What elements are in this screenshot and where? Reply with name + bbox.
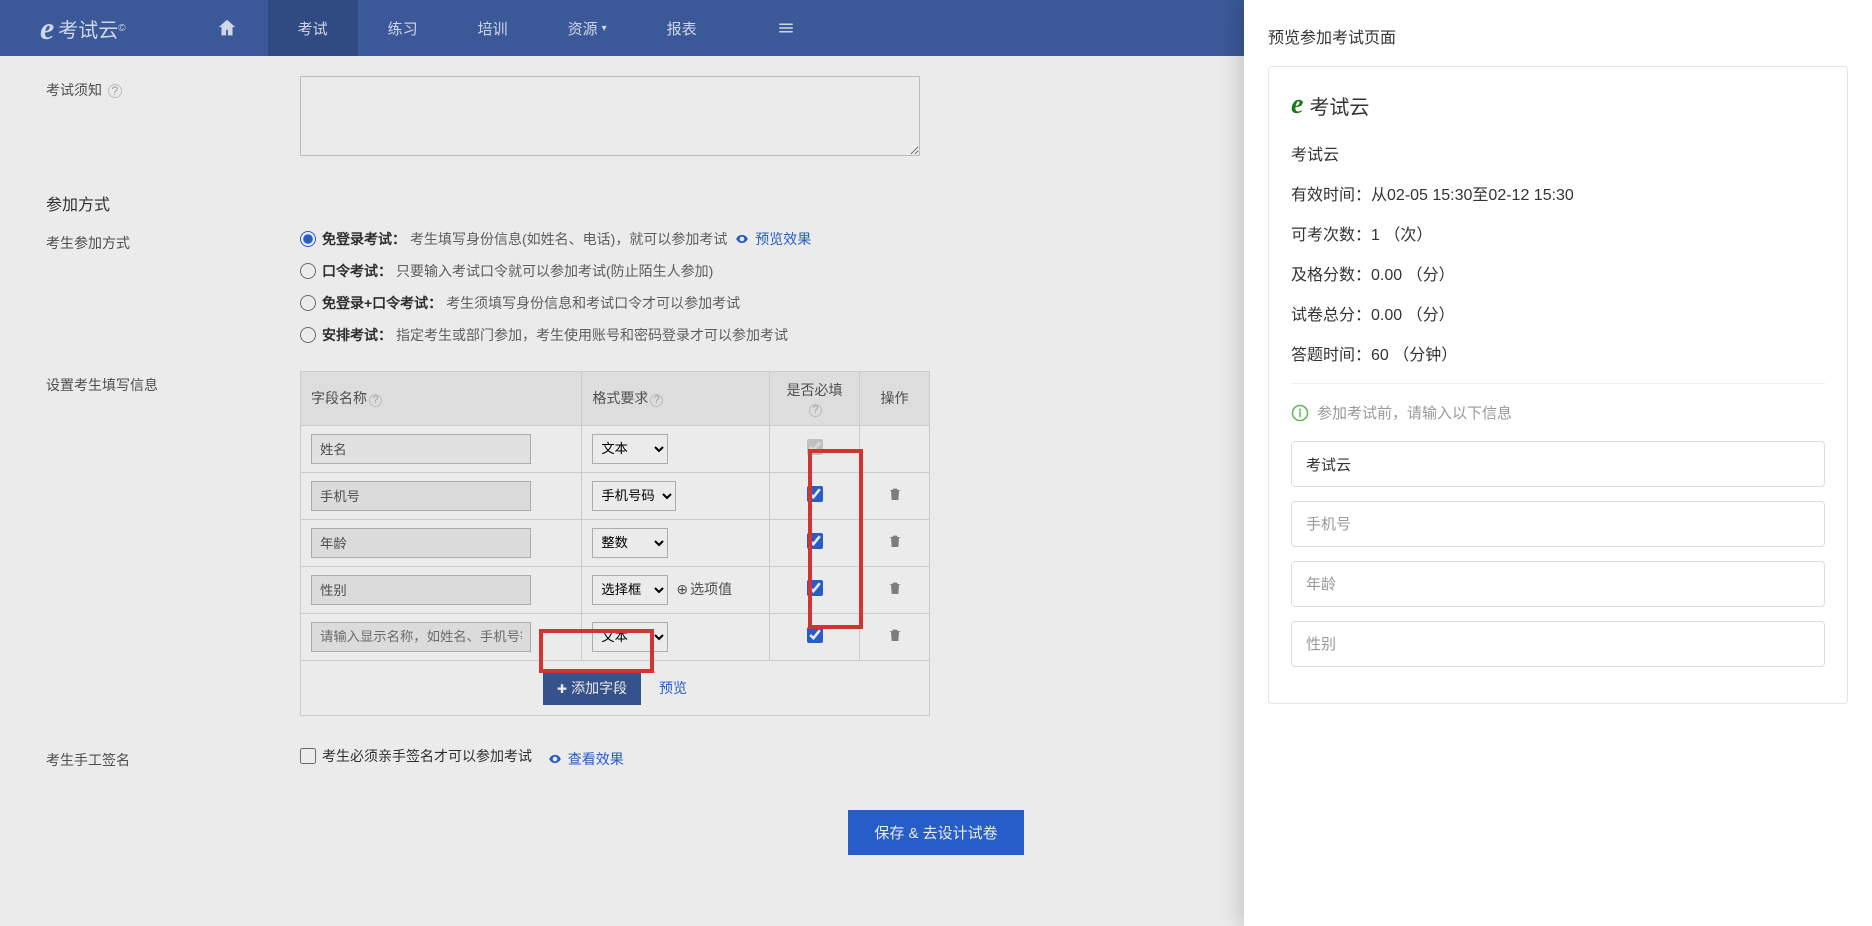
table-row: 文本 <box>301 613 930 660</box>
logo-e-icon: e <box>40 10 54 47</box>
nav-resource[interactable]: 资源▾ <box>538 0 637 56</box>
preview-logo-text: 考试云 <box>1309 91 1369 120</box>
nav-hamburger[interactable] <box>747 0 825 56</box>
save-design-button[interactable]: 保存 & 去设计试卷 <box>848 810 1023 855</box>
help-icon[interactable]: ? <box>650 394 663 407</box>
home-icon <box>216 17 238 39</box>
preview-field-input[interactable] <box>1291 621 1825 667</box>
radio-password[interactable] <box>300 263 316 279</box>
preview-panel: 预览参加考试页面 e 考试云 考试云 有效时间：从02-05 15:30至02-… <box>1244 0 1872 926</box>
field-name-input[interactable] <box>311 481 531 511</box>
divider <box>1291 383 1825 384</box>
nav-report[interactable]: 报表 <box>637 0 727 56</box>
preview-attempts: 可考次数：1 （次） <box>1291 221 1825 245</box>
label-join-mode: 考生参加方式 <box>30 229 300 253</box>
trash-icon[interactable] <box>887 533 903 549</box>
brand-text: 考试云 <box>58 14 118 43</box>
field-format-select[interactable]: 选择框 <box>592 575 668 605</box>
preview-effect-link[interactable]: 预览效果 <box>735 229 811 249</box>
preview-total: 试卷总分：0.00 （分） <box>1291 301 1825 325</box>
required-checkbox[interactable] <box>807 533 823 549</box>
add-field-row: 添加字段 预览 <box>301 660 930 715</box>
radio-no-login[interactable] <box>300 231 316 247</box>
th-name: 字段名称? <box>301 372 582 426</box>
signature-checkbox-label[interactable]: 考生必须亲手签名才可以参加考试 <box>300 746 532 766</box>
preview-field-input[interactable] <box>1291 501 1825 547</box>
preview-valid-time: 有效时间：从02-05 15:30至02-12 15:30 <box>1291 181 1825 205</box>
chevron-down-icon: ▾ <box>602 23 607 34</box>
preview-panel-title: 预览参加考试页面 <box>1244 0 1872 66</box>
nav-home[interactable] <box>186 0 268 56</box>
field-format-select[interactable]: 整数 <box>592 528 668 558</box>
radio-assigned[interactable] <box>300 327 316 343</box>
preview-duration: 答题时间：60 （分钟） <box>1291 341 1825 365</box>
add-field-button[interactable]: 添加字段 <box>543 671 641 705</box>
field-name-input[interactable] <box>311 528 531 558</box>
trash-icon[interactable] <box>887 627 903 643</box>
trash-icon[interactable] <box>887 580 903 596</box>
required-checkbox[interactable] <box>807 580 823 596</box>
eye-icon <box>548 752 562 766</box>
th-ops: 操作 <box>860 372 930 426</box>
help-icon[interactable]: ? <box>809 404 822 417</box>
brand-logo[interactable]: e 考试云 © <box>40 10 126 47</box>
required-checkbox[interactable] <box>807 627 823 643</box>
table-row: 手机号码 <box>301 472 930 519</box>
field-format-select[interactable]: 手机号码 <box>592 481 676 511</box>
preview-exam-name: 考试云 <box>1291 141 1825 165</box>
table-row: 选择框选项值 <box>301 566 930 613</box>
required-checkbox[interactable] <box>807 486 823 502</box>
table-row: 整数 <box>301 519 930 566</box>
preview-pass: 及格分数：0.00 （分） <box>1291 261 1825 285</box>
hamburger-icon <box>777 19 795 37</box>
field-format-select[interactable]: 文本 <box>592 434 668 464</box>
trash-icon[interactable] <box>887 486 903 502</box>
required-checkbox <box>807 439 823 455</box>
help-icon[interactable]: ? <box>108 84 122 98</box>
field-name-input[interactable] <box>311 622 531 652</box>
preview-logo-icon: e <box>1291 89 1303 121</box>
preview-link[interactable]: 预览 <box>659 680 687 696</box>
help-icon[interactable]: ? <box>369 394 382 407</box>
radio-nologin-password[interactable] <box>300 295 316 311</box>
label-signature: 考生手工签名 <box>30 746 300 770</box>
field-format-select[interactable]: 文本 <box>592 622 668 652</box>
view-effect-link[interactable]: 查看效果 <box>548 751 624 767</box>
nav-practice[interactable]: 练习 <box>358 0 448 56</box>
fields-table: 字段名称? 格式要求? 是否必填? 操作 文本手机号码整数选择框选项值文本 添加… <box>300 371 930 716</box>
preview-field-input[interactable] <box>1291 561 1825 607</box>
signature-checkbox[interactable] <box>300 748 316 764</box>
field-name-input[interactable] <box>311 575 531 605</box>
label-notice: 考试须知 ? <box>30 76 300 100</box>
preview-field-input[interactable] <box>1291 441 1825 487</box>
th-required: 是否必填? <box>770 372 860 426</box>
label-fields: 设置考生填写信息 <box>30 371 300 395</box>
nav-exam[interactable]: 考试 <box>268 0 358 56</box>
brand-copyright: © <box>118 23 125 34</box>
preview-card: e 考试云 考试云 有效时间：从02-05 15:30至02-12 15:30 … <box>1268 66 1848 704</box>
preview-logo: e 考试云 <box>1291 89 1825 121</box>
preview-prompt: 参加考试前，请输入以下信息 <box>1291 402 1825 423</box>
nav-training[interactable]: 培训 <box>448 0 538 56</box>
notice-textarea[interactable] <box>300 76 920 156</box>
eye-icon <box>735 232 749 246</box>
option-values-button[interactable]: 选项值 <box>676 581 732 597</box>
th-format: 格式要求? <box>582 372 770 426</box>
field-name-input[interactable] <box>311 434 531 464</box>
info-icon <box>1291 404 1309 422</box>
table-row: 文本 <box>301 425 930 472</box>
